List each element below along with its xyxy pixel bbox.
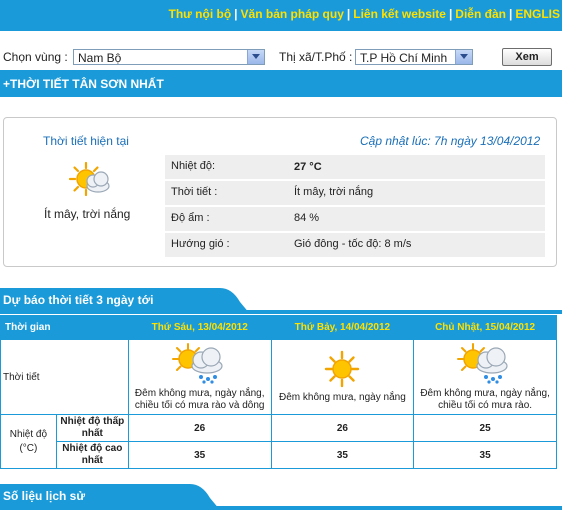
- current-weather-title: Thời tiết hiện tại: [43, 134, 129, 148]
- info-label: Độ ẩm :: [171, 212, 210, 224]
- forecast-max-row: Nhiệt độ cao nhất 35 35 35: [1, 441, 557, 469]
- region-select[interactable]: Nam Bộ: [73, 49, 265, 65]
- city-select-value: T.P Hồ Chí Minh: [360, 51, 448, 65]
- info-value: 84 %: [294, 212, 320, 224]
- top-links: Thư nội bộ | Văn bản pháp quy | Liên kết web…: [169, 7, 561, 21]
- info-label: Thời tiết :: [171, 186, 218, 198]
- weather-row-label: Thời tiết: [0, 339, 129, 415]
- info-row-humidity: Độ ẩm : 84 %: [165, 207, 545, 231]
- view-button[interactable]: Xem: [502, 48, 552, 66]
- info-row-temperature: Nhiệt độ: 27 °C: [165, 155, 545, 179]
- forecast-weather-row: Thời tiết Đêm không mưa, ngày nắng, chiề…: [0, 339, 557, 415]
- link-separator: |: [508, 7, 513, 21]
- forecast-min-row: Nhiệt độ (°C) Nhiệt độ thấp nhất 26 26 2…: [0, 414, 557, 469]
- link-forum[interactable]: Diễn đàn: [455, 7, 506, 21]
- min-temp-value: 25: [413, 414, 557, 442]
- min-temp-label: Nhiệt độ thấp nhất: [55, 414, 129, 442]
- region-select-value: Nam Bộ: [78, 51, 122, 65]
- max-temp-value: 35: [270, 441, 415, 469]
- link-separator: |: [346, 7, 351, 21]
- temperature-unit: (°C): [19, 442, 38, 454]
- info-label: Hướng gió :: [171, 238, 230, 250]
- forecast-description: Đêm không mưa, ngày nắng, chiều tối có m…: [134, 388, 265, 411]
- current-weather-summary: Ít mây, trời nắng: [44, 207, 131, 221]
- info-label: Nhiệt độ:: [171, 160, 216, 172]
- info-value: Gió đông - tốc độ: 8 m/s: [294, 238, 412, 250]
- forecast-table: Thời gian Thứ Sáu, 13/04/2012 Thứ Bảy, 1…: [0, 315, 557, 469]
- link-internal-mail[interactable]: Thư nội bộ: [169, 7, 232, 21]
- forecast-header-row: Thời gian Thứ Sáu, 13/04/2012 Thứ Bảy, 1…: [0, 315, 557, 340]
- partly-cloudy-sun-icon: [68, 161, 110, 197]
- station-title: +THỜI TIẾT TÂN SƠN NHẤT: [3, 77, 164, 91]
- forecast-date-header: Thứ Sáu, 13/04/2012: [127, 315, 272, 340]
- info-row-wind: Hướng gió : Gió đông - tốc độ: 8 m/s: [165, 233, 545, 257]
- forecast-date-header: Chủ Nhật, 15/04/2012: [413, 315, 557, 340]
- update-time: Cập nhật lúc: 7h ngày 13/04/2012: [360, 134, 541, 148]
- temperature-row-label: Nhiệt độ (°C): [0, 414, 57, 469]
- min-temp-value: 26: [270, 414, 415, 442]
- chevron-down-icon: [455, 50, 472, 64]
- forecast-day-cell: Đêm không mưa, ngày nắng, chiều tối có m…: [127, 339, 272, 415]
- sun-icon: [325, 350, 360, 388]
- city-label: Thị xã/T.Phố :: [279, 50, 353, 64]
- link-website-links[interactable]: Liên kết website: [353, 7, 446, 21]
- forecast-date-header: Thứ Bảy, 14/04/2012: [270, 315, 415, 340]
- info-value: Ít mây, trời nắng: [294, 186, 374, 198]
- max-temp-label: Nhiệt độ cao nhất: [55, 441, 129, 469]
- forecast-description: Đêm không mưa, ngày nắng: [278, 392, 406, 403]
- forecast-section-title: Dự báo thời tiết 3 ngày tới: [3, 293, 154, 307]
- region-label: Chọn vùng :: [3, 50, 68, 64]
- max-temp-value: 35: [413, 441, 557, 469]
- link-legal-documents[interactable]: Văn bản pháp quy: [241, 7, 344, 21]
- city-select[interactable]: T.P Hồ Chí Minh: [355, 49, 473, 65]
- max-temp-value: 35: [127, 441, 272, 469]
- link-separator: |: [234, 7, 238, 21]
- info-row-weather: Thời tiết : Ít mây, trời nắng: [165, 181, 545, 205]
- forecast-day-cell: Đêm không mưa, ngày nắng, chiều tối có m…: [413, 339, 557, 415]
- info-value: 27 °C: [294, 161, 322, 173]
- link-separator: |: [448, 7, 453, 21]
- chevron-down-icon: [247, 50, 264, 64]
- temperature-label: Nhiệt độ: [9, 428, 48, 440]
- link-english[interactable]: ENGLIS: [515, 7, 560, 21]
- sun-cloud-rain-icon: [457, 343, 508, 384]
- forecast-description: Đêm không mưa, ngày nắng, chiều tối có m…: [420, 388, 550, 411]
- sun-cloud-rain-icon: [171, 343, 223, 384]
- min-temp-value: 26: [127, 414, 272, 442]
- forecast-day-cell: Đêm không mưa, ngày nắng: [270, 339, 415, 415]
- time-header: Thời gian: [0, 315, 129, 340]
- history-section-title[interactable]: Số liệu lịch sử: [3, 489, 85, 503]
